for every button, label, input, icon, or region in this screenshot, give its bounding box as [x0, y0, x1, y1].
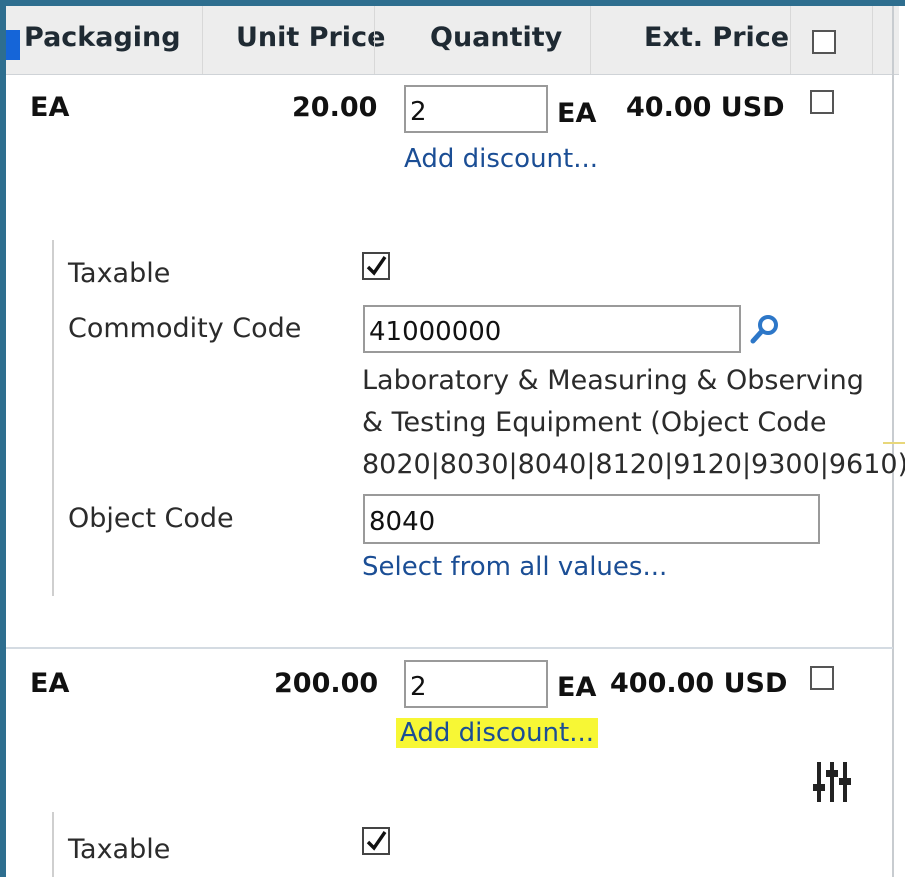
quantity-input[interactable] — [404, 660, 548, 708]
header-ext-price[interactable]: Ext. Price — [644, 22, 789, 53]
details-indent-bar — [52, 240, 54, 596]
line-uom: EA — [30, 668, 70, 699]
line-select-checkbox[interactable] — [810, 666, 834, 690]
line-uom: EA — [30, 92, 70, 123]
checkmark-icon — [366, 256, 387, 276]
line-unit-price: 200.00 — [274, 668, 379, 699]
commodity-description-line-2: & Testing Equipment (Object Code — [362, 407, 827, 438]
commodity-code-input[interactable] — [363, 305, 741, 353]
checkmark-icon — [366, 831, 387, 851]
line-unit-price: 20.00 — [292, 92, 378, 123]
sliders-icon[interactable] — [812, 758, 856, 806]
object-code-input[interactable] — [363, 494, 820, 544]
header-packaging[interactable]: Packaging — [24, 22, 181, 53]
header-selection-marker — [6, 30, 20, 60]
taxable-label: Taxable — [68, 258, 171, 289]
header-divider — [790, 6, 791, 74]
commodity-code-label: Commodity Code — [68, 313, 302, 344]
taxable-checkbox[interactable] — [362, 252, 390, 280]
taxable-label: Taxable — [68, 834, 171, 865]
header-divider — [374, 6, 375, 74]
header-divider — [202, 6, 203, 74]
line-qty-uom: EA — [557, 98, 597, 129]
select-all-values-link[interactable]: Select from all values... — [362, 552, 667, 582]
stray-mark — [883, 442, 905, 444]
commodity-description-line-1: Laboratory & Measuring & Observing — [362, 365, 864, 396]
search-icon[interactable] — [748, 312, 782, 346]
commodity-description-line-3: 8020|8030|8040|8120|9120|9300|9610) — [362, 449, 905, 480]
header-quantity[interactable]: Quantity — [430, 22, 562, 53]
line-ext-price: 400.00 USD — [610, 668, 788, 699]
line-qty-uom: EA — [557, 672, 597, 703]
taxable-checkbox[interactable] — [362, 827, 390, 855]
object-code-label: Object Code — [68, 503, 234, 534]
add-discount-link[interactable]: Add discount... — [404, 144, 598, 174]
details-indent-bar — [52, 812, 54, 877]
select-all-checkbox[interactable] — [812, 30, 836, 54]
quantity-input[interactable] — [404, 85, 548, 133]
line-ext-price: 40.00 USD — [626, 92, 785, 123]
header-divider — [590, 6, 591, 74]
add-discount-link[interactable]: Add discount... — [396, 718, 599, 748]
header-unit-price[interactable]: Unit Price — [236, 22, 385, 53]
row-separator — [6, 647, 893, 649]
line-select-checkbox[interactable] — [810, 90, 834, 114]
header-divider — [872, 6, 873, 74]
